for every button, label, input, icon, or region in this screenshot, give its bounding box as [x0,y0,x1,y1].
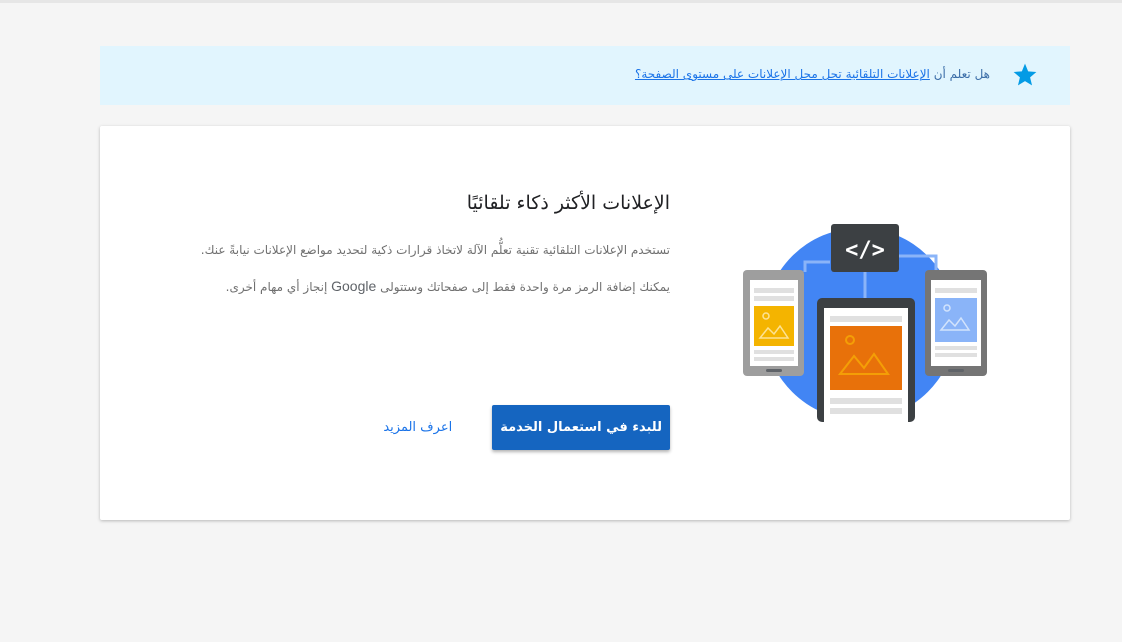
auto-ads-card: </> الإعلانات الأكثر ذكاء تلقائيًا تستخد… [100,126,1070,520]
auto-ads-illustration: </> [743,224,987,422]
star-icon [1013,63,1037,86]
card-title: الإعلانات الأكثر ذكاء تلقائيًا [466,192,670,214]
banner-prefix: هل تعلم أن [933,67,990,81]
brand-name: Google [331,278,377,294]
banner-link[interactable]: الإعلانات التلقائية تحل محل الإعلانات عل… [635,67,930,81]
card-description-secondary: يمكنك إضافة الرمز مرة واحدة فقط إلى صفحا… [190,276,670,297]
desc2-before: يمكنك إضافة الرمز مرة واحدة فقط إلى صفحا… [380,280,670,294]
learn-more-button[interactable]: اعرف المزيد [377,419,458,436]
banner-text: هل تعلم أن الإعلانات التلقائية تحل محل ا… [635,67,990,81]
top-divider [0,0,1122,3]
get-started-button[interactable]: للبدء في استعمال الخدمة [492,405,670,450]
card-description: تستخدم الإعلانات التلقائية تقنية تعلُّم … [200,243,670,257]
card-actions: للبدء في استعمال الخدمة اعرف المزيد [377,405,670,450]
desc2-after: إنجاز أي مهام أخرى. [225,280,328,294]
card-content: الإعلانات الأكثر ذكاء تلقائيًا تستخدم ال… [190,192,670,297]
info-banner: هل تعلم أن الإعلانات التلقائية تحل محل ا… [100,46,1070,105]
code-icon: </> [845,238,885,263]
